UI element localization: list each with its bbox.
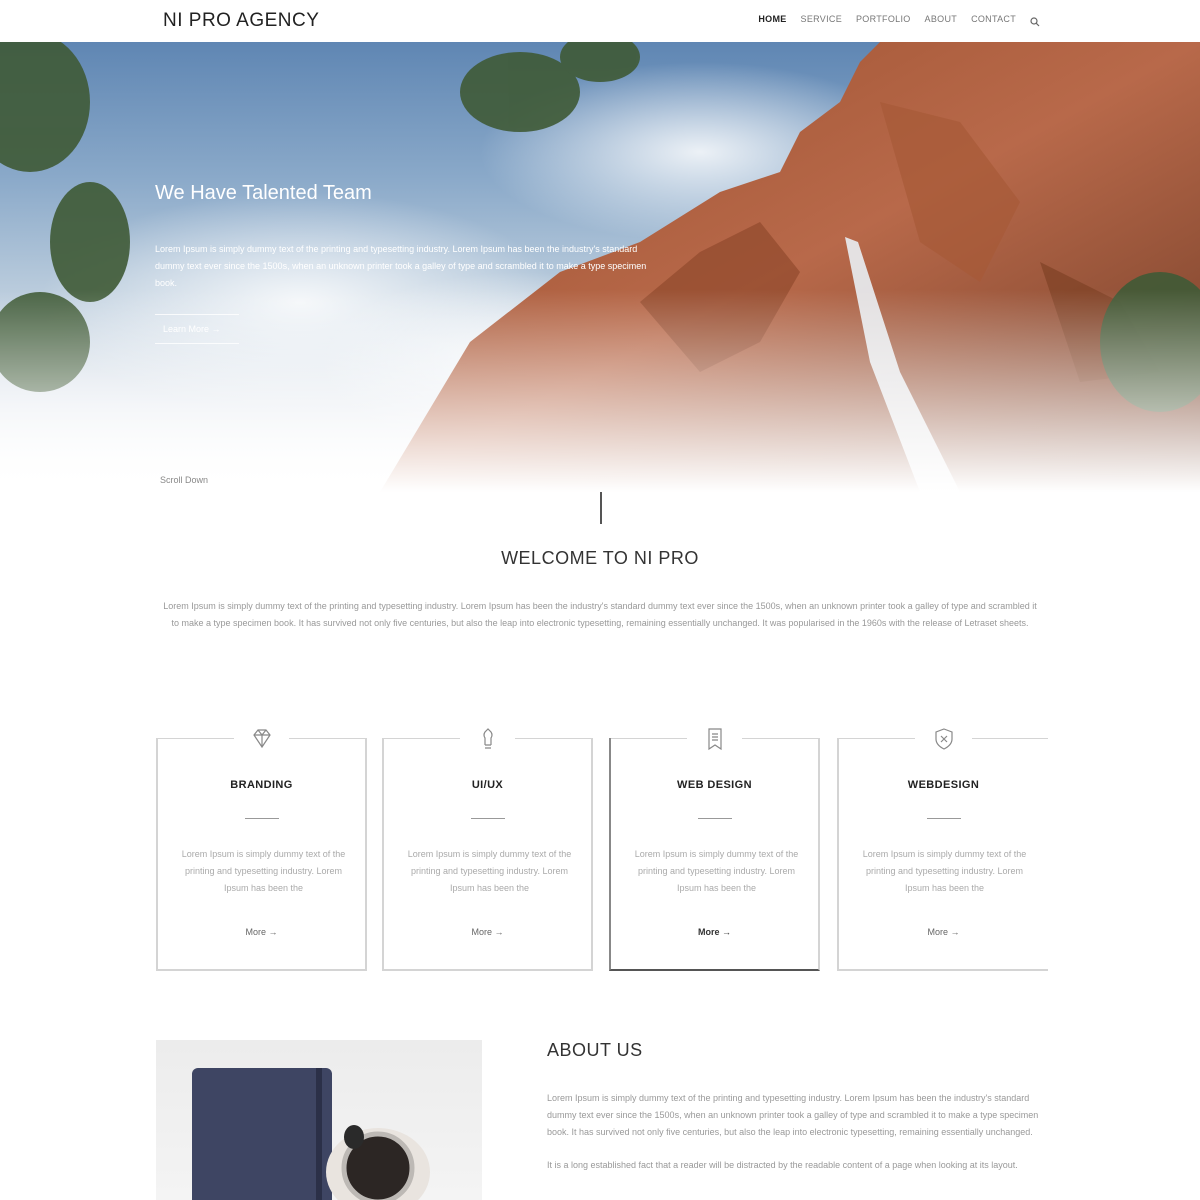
service-text: Lorem Ipsum is simply dummy text of the … xyxy=(181,849,346,893)
welcome-text: Lorem Ipsum is simply dummy text of the … xyxy=(163,601,1037,628)
nav-about[interactable]: ABOUT xyxy=(925,14,958,24)
service-more-link[interactable]: More → xyxy=(384,927,591,937)
diamond-icon xyxy=(246,724,277,754)
search-icon[interactable] xyxy=(1030,14,1040,27)
welcome-title: WELCOME TO NI PRO xyxy=(501,548,699,568)
about-paragraph: Lorem Ipsum is simply dummy text of the … xyxy=(547,1093,1039,1137)
service-title: BRANDING xyxy=(230,779,293,791)
hero-description: Lorem Ipsum is simply dummy text of the … xyxy=(155,244,647,288)
service-title: WEBDESIGN xyxy=(907,779,980,791)
site-logo[interactable]: NI PRO AGENCY xyxy=(163,10,319,32)
section-divider xyxy=(600,492,602,524)
service-text: Lorem Ipsum is simply dummy text of the … xyxy=(634,849,799,893)
service-card-uiux: UI/UX Lorem Ipsum is simply dummy text o… xyxy=(382,724,593,971)
nav-contact[interactable]: CONTACT xyxy=(971,14,1016,24)
about-paragraph: It is a long established fact that a rea… xyxy=(547,1160,1018,1170)
service-more-link[interactable]: More → xyxy=(611,927,818,937)
title-underline xyxy=(926,818,961,819)
service-more-link[interactable]: More → xyxy=(839,927,1048,937)
service-more-link[interactable]: More → xyxy=(158,927,365,937)
nav-home[interactable]: HOME xyxy=(758,14,786,24)
shield-icon xyxy=(928,724,959,754)
about-text: Lorem Ipsum is simply dummy text of the … xyxy=(547,1090,1050,1190)
about-title: ABOUT US xyxy=(547,1040,643,1060)
service-text: Lorem Ipsum is simply dummy text of the … xyxy=(407,849,572,893)
title-underline xyxy=(244,818,279,819)
scroll-down-link[interactable]: Scroll Down xyxy=(160,475,208,485)
title-underline xyxy=(697,818,732,819)
service-title: WEB DESIGN xyxy=(677,779,752,791)
about-image xyxy=(156,1040,482,1200)
title-underline xyxy=(470,818,505,819)
site-header: NI PRO AGENCY HOME SERVICE PORTFOLIO ABO… xyxy=(0,0,1200,42)
bookmark-icon xyxy=(699,724,730,754)
service-card-branding: BRANDING Lorem Ipsum is simply dummy tex… xyxy=(156,724,367,971)
main-nav: HOME SERVICE PORTFOLIO ABOUT CONTACT xyxy=(758,14,1040,27)
service-title: UI/UX xyxy=(471,779,504,791)
hero-text-block: We Have Talented Team Lorem Ipsum is sim… xyxy=(155,182,665,344)
service-text: Lorem Ipsum is simply dummy text of the … xyxy=(862,849,1027,893)
service-card-webdesign: WEBDESIGN Lorem Ipsum is simply dummy te… xyxy=(837,724,1048,971)
service-card-web-design: WEB DESIGN Lorem Ipsum is simply dummy t… xyxy=(609,724,820,971)
hero-title: We Have Talented Team xyxy=(155,182,372,204)
nav-service[interactable]: SERVICE xyxy=(801,14,842,24)
learn-more-button[interactable]: Learn More → xyxy=(155,314,239,344)
bulb-icon xyxy=(472,724,503,754)
nav-portfolio[interactable]: PORTFOLIO xyxy=(856,14,911,24)
hero-banner: We Have Talented Team Lorem Ipsum is sim… xyxy=(0,42,1200,492)
